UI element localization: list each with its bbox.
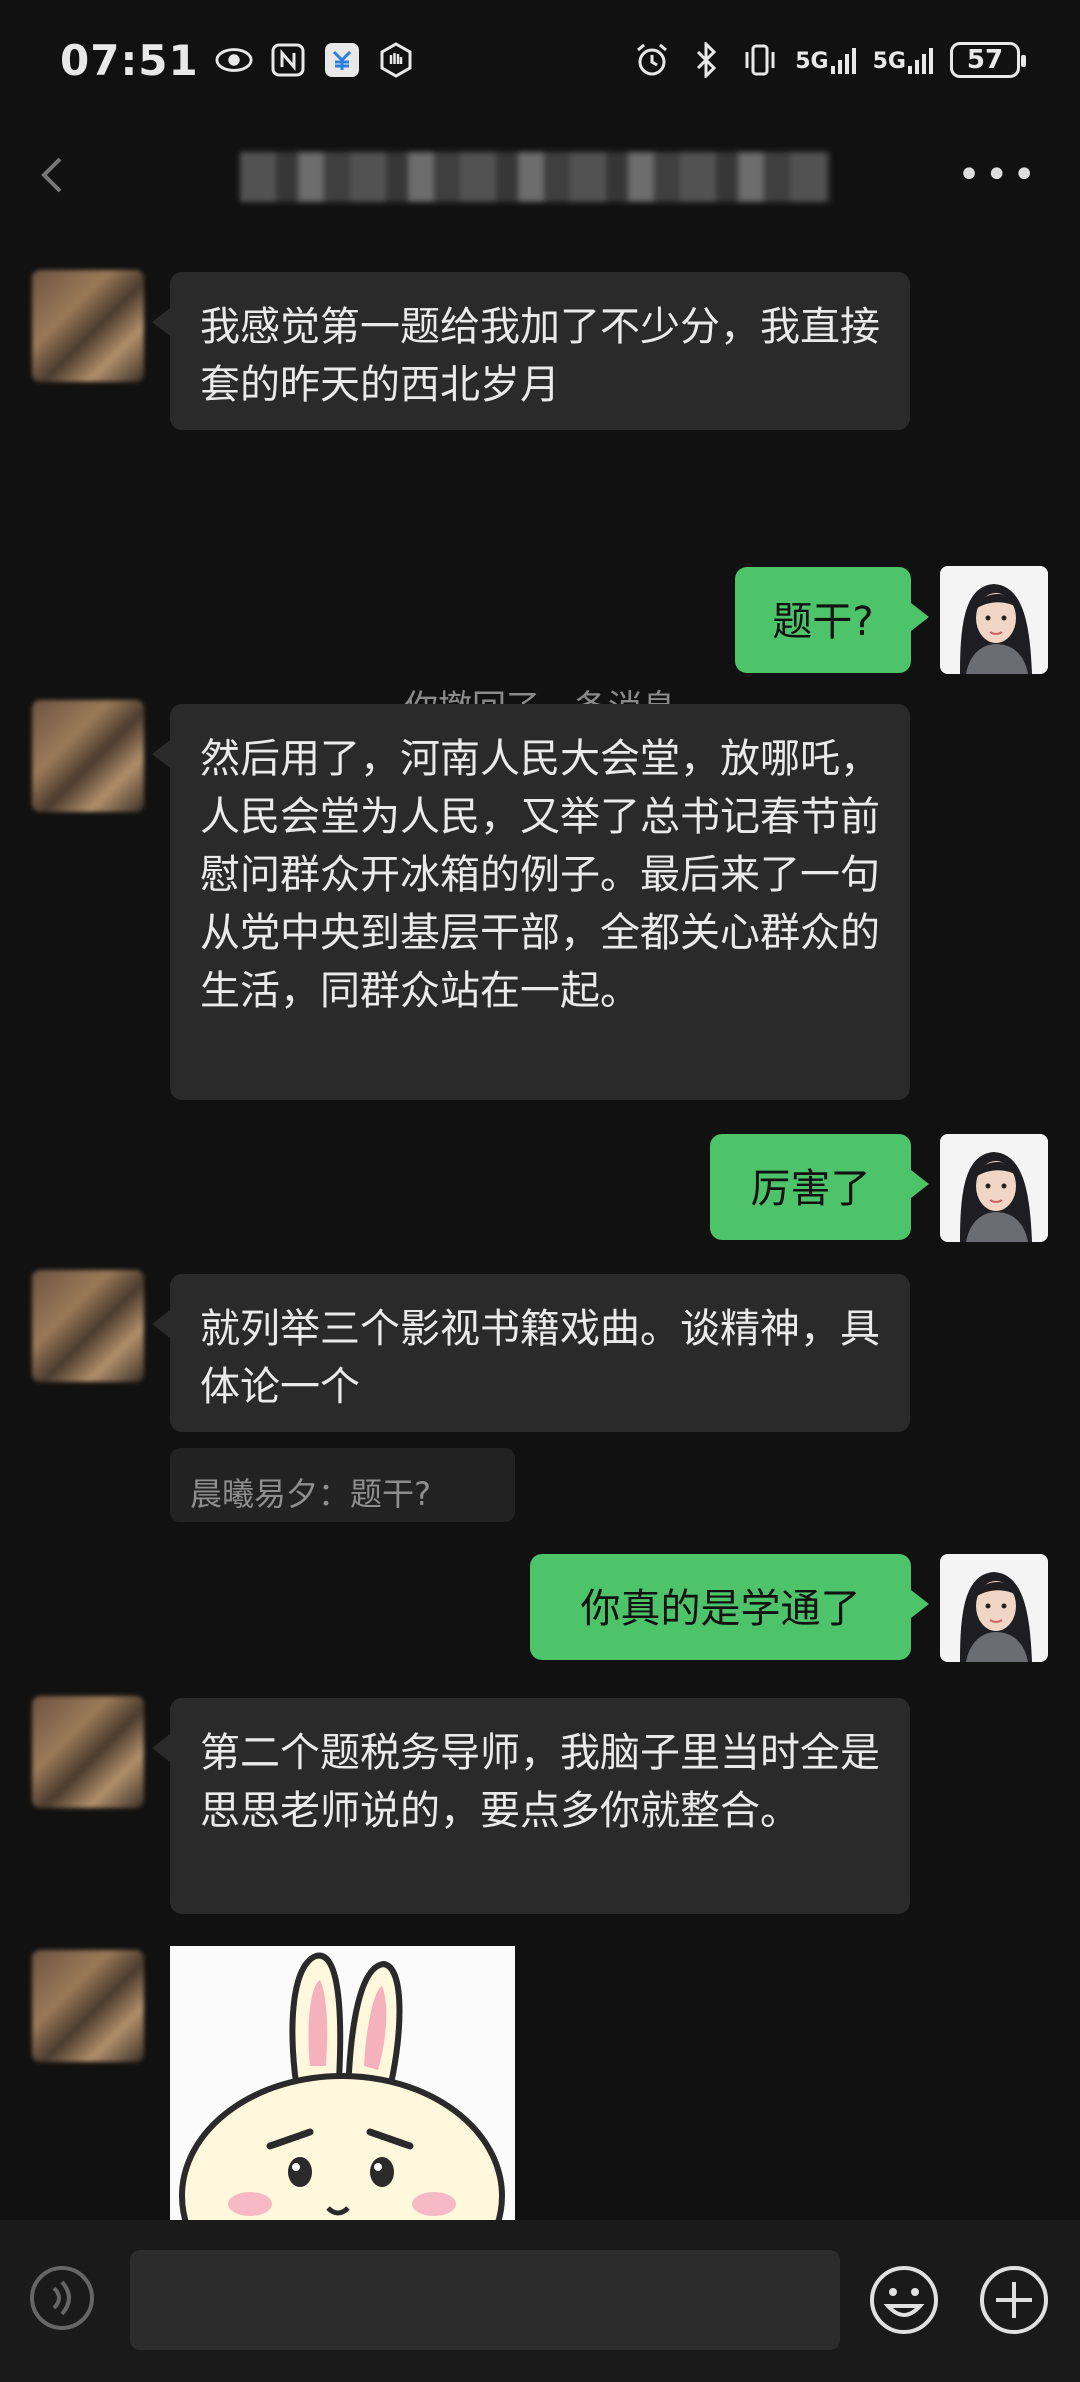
signal-2: 5G (873, 46, 934, 74)
quoted-reply[interactable]: 晨曦易夕：题干? (170, 1448, 515, 1522)
contact-avatar[interactable] (32, 270, 144, 382)
input-bar (0, 2220, 1080, 2382)
app-icon (323, 41, 361, 79)
emoji-icon[interactable] (868, 2264, 940, 2336)
contact-avatar[interactable] (32, 1696, 144, 1808)
bunny-sticker-icon (170, 1946, 515, 2226)
plus-icon[interactable] (978, 2264, 1050, 2336)
message-bubble-self[interactable]: 题干? (735, 567, 929, 673)
message-bubble[interactable]: 就列举三个影视书籍戏曲。谈精神，具体论一个 (152, 1274, 910, 1432)
voice-icon[interactable] (26, 2262, 98, 2334)
message-bubble[interactable]: 第二个题税务导师，我脑子里当时全是思思老师说的，要点多你就整合。 (152, 1698, 910, 1914)
message-bubble-self[interactable]: 厉害了 (710, 1134, 929, 1240)
back-button[interactable] (40, 153, 84, 197)
vibrate-icon (741, 41, 779, 79)
girl-avatar-icon (940, 566, 1048, 674)
message-list: 我感觉第一题给我加了不少分，我直接套的昨天的西北岁月 你撤回了一条消息 题干? … (0, 230, 1080, 2220)
contact-avatar[interactable] (32, 1950, 144, 2062)
message-bubble[interactable]: 然后用了，河南人民大会堂，放哪吒，人民会堂为人民，又举了总书记春节前慰问群众开冰… (152, 704, 910, 1100)
status-time: 07:51 (60, 35, 199, 85)
chat-header: ••• (0, 120, 1080, 230)
self-avatar[interactable] (940, 566, 1048, 674)
hand-icon (377, 41, 415, 79)
self-avatar[interactable] (940, 1554, 1048, 1662)
signal-1: 5G (795, 46, 856, 74)
nfc-icon (269, 41, 307, 79)
battery-indicator: 57 (950, 42, 1026, 78)
status-bar: 07:51 5G 5G 57 (0, 0, 1080, 120)
sticker-image[interactable] (170, 1946, 515, 2226)
eye-icon (215, 41, 253, 79)
contact-avatar[interactable] (32, 1270, 144, 1382)
girl-avatar-icon (940, 1554, 1048, 1662)
more-button[interactable]: ••• (957, 152, 1040, 198)
back-icon (41, 157, 62, 193)
message-bubble[interactable]: 我感觉第一题给我加了不少分，我直接套的昨天的西北岁月 (152, 272, 910, 430)
contact-avatar[interactable] (32, 700, 144, 812)
message-input[interactable] (130, 2250, 840, 2350)
alarm-icon (633, 41, 671, 79)
self-avatar[interactable] (940, 1134, 1048, 1242)
message-bubble-self[interactable]: 你真的是学通了 (530, 1554, 929, 1660)
chat-title-blurred (240, 152, 830, 202)
girl-avatar-icon (940, 1134, 1048, 1242)
bluetooth-icon (687, 41, 725, 79)
